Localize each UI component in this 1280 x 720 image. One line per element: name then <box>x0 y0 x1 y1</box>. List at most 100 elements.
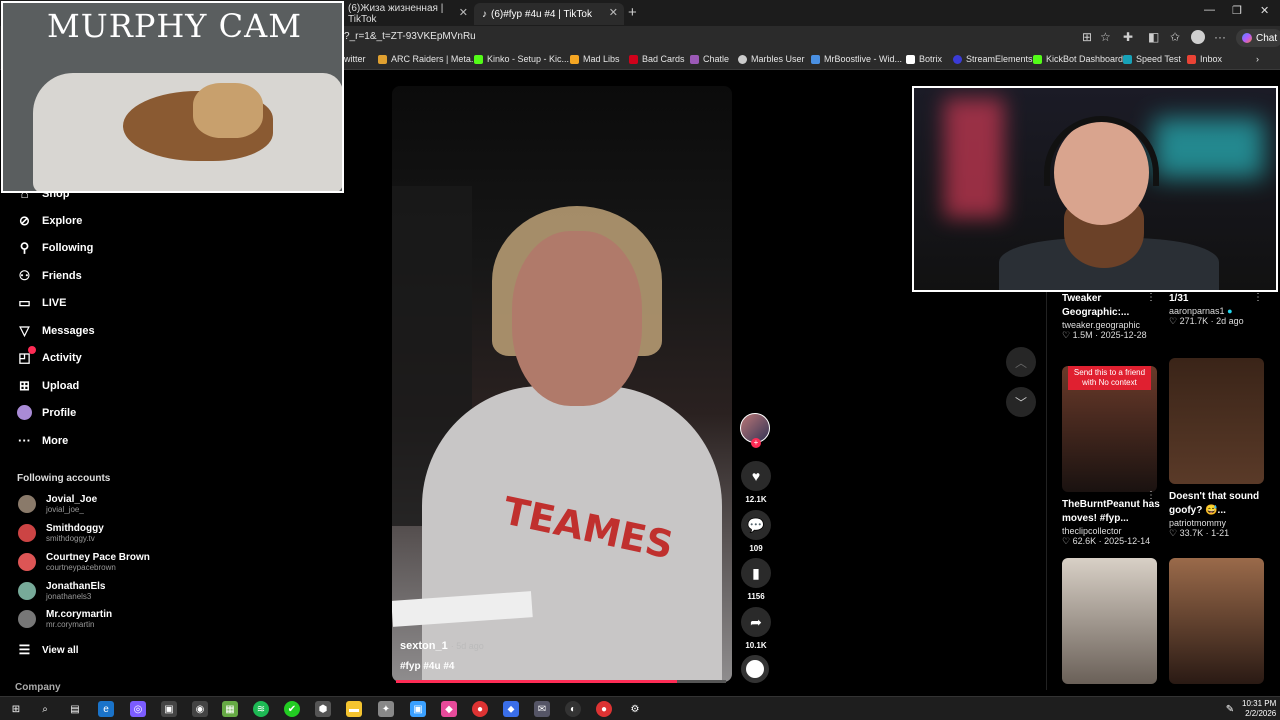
video-thumbnail[interactable] <box>1169 358 1264 484</box>
related-card[interactable] <box>1062 558 1162 684</box>
sidebar-item-friends[interactable]: ⚇ Friends <box>17 268 82 284</box>
video-author[interactable]: sexton_1 <box>400 640 448 652</box>
minimize-icon[interactable]: — <box>1204 4 1215 16</box>
bookmark-arc-raiders[interactable]: ARC Raiders | Meta... <box>378 54 478 64</box>
app-icon[interactable]: ◎ <box>130 701 146 717</box>
system-clock[interactable]: 10:31 PM 2/2/2026 <box>1242 699 1276 719</box>
sidebar-item-more[interactable]: ··· More <box>17 433 68 448</box>
video-hashtags[interactable]: #fyp #4u #4 <box>400 661 454 672</box>
sidebar-item-explore[interactable]: ⊘ Explore <box>17 213 82 229</box>
menu-icon[interactable]: ··· <box>1214 30 1226 44</box>
maximize-icon[interactable]: ❐ <box>1232 4 1242 17</box>
view-all-button[interactable]: ☰ View all <box>17 642 79 658</box>
account-jonathanels[interactable]: JonathanEls jonathanels3 <box>18 581 105 601</box>
app-icon[interactable]: ◉ <box>192 701 208 717</box>
bookmark-streamelements[interactable]: StreamElements <box>953 54 1033 64</box>
tab-zhiza[interactable]: (6)Жиза жизненная | TikTok ✕ <box>340 3 474 25</box>
sidebar-item-live[interactable]: ▭ LIVE <box>17 295 66 311</box>
bookmark-bad-cards[interactable]: Bad Cards <box>629 54 685 64</box>
related-card[interactable]: Doesn't that sound goofy? 😅... ⋮ patriot… <box>1169 358 1269 539</box>
sidebar-item-following[interactable]: ⚲ Following <box>17 240 94 256</box>
url-field[interactable]: ?_r=1&_t=ZT-93VKEpMVnRu <box>344 31 476 42</box>
close-icon[interactable]: ✕ <box>609 6 618 19</box>
bookmark-mad-libs[interactable]: Mad Libs <box>570 54 620 64</box>
related-card[interactable]: Tweaker Geographic:... ⋮ tweaker.geograp… <box>1062 292 1162 341</box>
bookmark-kickbot[interactable]: KickBot Dashboard <box>1033 54 1123 64</box>
bookmark-inbox[interactable]: Inbox <box>1187 54 1222 64</box>
pen-icon[interactable]: ✎ <box>1222 701 1238 717</box>
tab-fyp[interactable]: ♪ (6)#fyp #4u #4 | TikTok ✕ <box>474 3 624 25</box>
windows-start-icon[interactable]: ⊞ <box>8 701 24 717</box>
comment-icon[interactable]: 💬 <box>741 510 771 540</box>
bookmark-marbles[interactable]: Marbles User <box>738 54 805 64</box>
star-icon[interactable]: ☆ <box>1100 30 1111 44</box>
settings-icon[interactable]: ⚙ <box>627 701 643 717</box>
window-close-icon[interactable]: ✕ <box>1260 4 1269 17</box>
bookmark-speed-test[interactable]: Speed Test <box>1123 54 1181 64</box>
bookmark-kinko[interactable]: Kinko - Setup - Kic... <box>474 54 569 64</box>
related-card[interactable]: 1/31 ⋮ aaronparnas1 ● ♡ 271.7K · 2d ago <box>1169 292 1269 327</box>
bookmark-chatle[interactable]: Chatle <box>690 54 729 64</box>
file-explorer-icon[interactable]: ▬ <box>346 701 362 717</box>
app-icon[interactable]: ● <box>472 701 488 717</box>
account-courtney-pace-brown[interactable]: Courtney Pace Brown courtneypacebrown <box>18 552 150 572</box>
more-options-icon[interactable]: ⋮ <box>1253 490 1263 501</box>
share-icon[interactable]: ➦ <box>741 607 771 637</box>
share-action[interactable]: ➦ 10.1K <box>740 607 772 650</box>
video-thumbnail[interactable] <box>1062 558 1157 684</box>
account-jovial-joe[interactable]: Jovial_Joe jovial_joe_ <box>18 494 97 514</box>
video-progress-bar[interactable] <box>396 680 726 683</box>
obs-icon[interactable]: ◐ <box>565 701 581 717</box>
account-mr-corymartin[interactable]: Mr.corymartin mr.corymartin <box>18 609 112 629</box>
bookmark-twitter[interactable]: witter <box>344 54 366 64</box>
video-player[interactable]: TEAMES <box>392 86 732 682</box>
bookmarks-overflow-icon[interactable]: › <box>1256 54 1259 64</box>
related-card[interactable] <box>1169 558 1269 684</box>
bookmark-mrboostlive[interactable]: MrBoostlive - Wid... <box>811 54 902 64</box>
video-thumbnail[interactable] <box>1169 558 1264 684</box>
app-icon[interactable]: ✔ <box>284 701 300 717</box>
extension-icon[interactable]: ✚ <box>1123 30 1133 44</box>
app-icon[interactable]: ⬥ <box>503 701 519 717</box>
company-link[interactable]: Company <box>15 682 61 693</box>
heart-icon[interactable]: ♥ <box>741 461 771 491</box>
video-thumbnail[interactable]: Send this to a friend with No context <box>1062 366 1157 492</box>
app-icon[interactable]: ✦ <box>378 701 394 717</box>
sidebar-item-upload[interactable]: ⊞ Upload <box>17 378 79 394</box>
app-icon[interactable]: ⬢ <box>315 701 331 717</box>
close-icon[interactable]: ✕ <box>459 6 468 19</box>
sidebar-item-activity[interactable]: ◰ Activity <box>17 350 81 366</box>
save-action[interactable]: ▮ 1156 <box>740 558 772 601</box>
new-tab-icon[interactable]: + <box>628 4 637 21</box>
more-options-icon[interactable]: ⋮ <box>1146 292 1156 303</box>
spotify-icon[interactable]: ≋ <box>253 701 269 717</box>
previous-video-button[interactable]: ︿ <box>1006 347 1036 377</box>
like-action[interactable]: ♥ 12.1K <box>740 461 772 504</box>
task-view-icon[interactable]: ▤ <box>67 701 83 717</box>
more-options-icon[interactable]: ⋮ <box>1146 490 1156 501</box>
comment-action[interactable]: 💬 109 <box>740 510 772 553</box>
more-options-icon[interactable]: ⋮ <box>1253 292 1263 303</box>
app-icon[interactable]: ▣ <box>161 701 177 717</box>
account-smithdoggy[interactable]: Smithdoggy smithdoggy.tv <box>18 523 104 543</box>
profile-avatar[interactable] <box>1191 30 1205 44</box>
sidebar-item-messages[interactable]: ▽ Messages <box>17 323 95 339</box>
minecraft-icon[interactable]: ▦ <box>222 701 238 717</box>
app-icon[interactable]: ✉ <box>534 701 550 717</box>
bookmark-icon[interactable]: ▮ <box>741 558 771 588</box>
favorites-icon[interactable]: ✩ <box>1170 30 1180 44</box>
follow-plus-icon[interactable]: + <box>751 438 761 448</box>
next-video-button[interactable]: ﹀ <box>1006 387 1036 417</box>
sidebar-item-profile[interactable]: Profile <box>17 405 76 420</box>
app-icon[interactable]: ▣ <box>410 701 426 717</box>
app-icon[interactable]: ⊞ <box>1082 30 1092 44</box>
music-disc-icon[interactable] <box>741 655 769 683</box>
chat-button[interactable]: Chat <box>1236 29 1280 47</box>
bookmark-botrix[interactable]: Botrix <box>906 54 942 64</box>
app-icon[interactable]: ● <box>596 701 612 717</box>
edge-icon[interactable]: e <box>98 701 114 717</box>
speaker-icon[interactable]: ♪ <box>482 9 487 20</box>
related-card[interactable]: Send this to a friend with No context Th… <box>1062 358 1162 547</box>
app-icon[interactable]: ◆ <box>441 701 457 717</box>
split-icon[interactable]: ◧ <box>1148 30 1159 44</box>
